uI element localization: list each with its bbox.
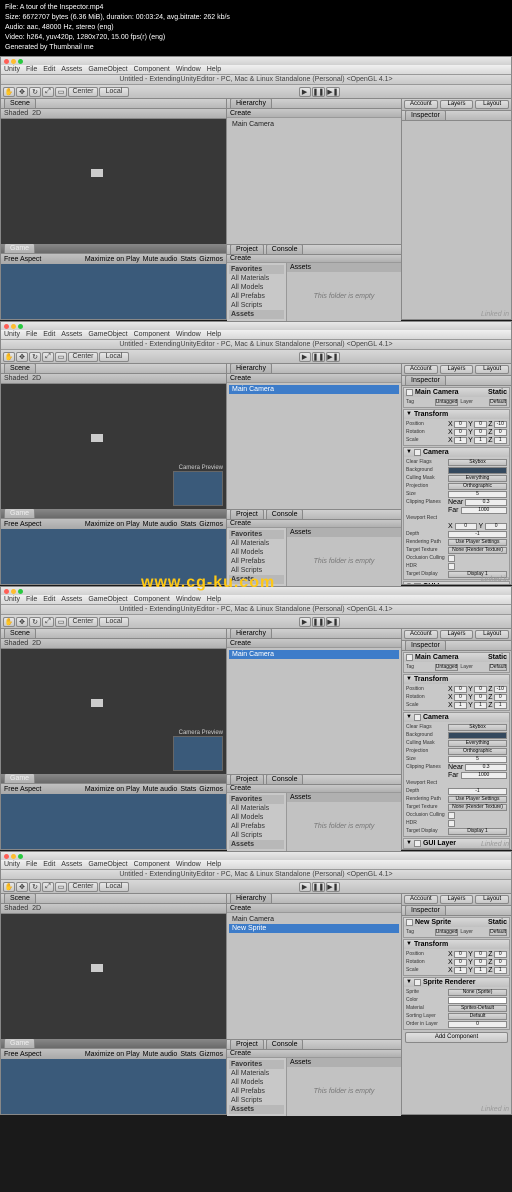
project-tree[interactable]: Favorites All Materials All Models All P…: [227, 263, 287, 321]
account-dropdown[interactable]: Account: [404, 100, 438, 109]
hierarchy-tab[interactable]: Hierarchy: [230, 98, 272, 109]
hierarchy-panel[interactable]: Main Camera: [227, 118, 401, 244]
game-tab[interactable]: Game: [4, 243, 35, 254]
thumbnail-frame-1: UnityFileEditAssetsGameObjectComponentWi…: [0, 56, 512, 320]
layout-dropdown[interactable]: Layout: [475, 100, 509, 109]
window-title: Untitled - ExtendingUnityEditor - PC, Ma…: [1, 75, 511, 85]
scale-tool-button[interactable]: ⤢: [42, 87, 54, 97]
center-toggle[interactable]: Center: [68, 87, 98, 97]
camera-component: ▼ Camera Clear FlagsSkybox Background Cu…: [403, 447, 510, 580]
play-button[interactable]: ▶: [299, 87, 311, 97]
pause-button[interactable]: ❚❚: [312, 87, 326, 97]
thumbnail-frame-4: UnityFileEditAssetsGameObjectComponentWi…: [0, 851, 512, 1115]
console-tab[interactable]: Console: [266, 244, 304, 255]
step-button[interactable]: ▶❚: [326, 87, 339, 97]
transform-component: ▼ Transform PositionX0Y0Z-10 RotationX0Y…: [403, 409, 510, 446]
active-checkbox[interactable]: [406, 389, 413, 396]
sprite-renderer-component: ▼ Sprite Renderer SpriteNone (Sprite) Co…: [403, 977, 510, 1030]
main-toolbar[interactable]: ✋ ✥ ↻ ⤢ ▭ Center Local ▶ ❚❚ ▶❚: [1, 85, 511, 99]
thumbnail-frame-3: UnityFileEditAssetsGameObjectComponentWi…: [0, 586, 512, 850]
inspector-panel: [402, 121, 511, 319]
move-tool-button[interactable]: ✥: [16, 87, 28, 97]
rect-tool-button[interactable]: ▭: [55, 87, 67, 97]
project-tab[interactable]: Project: [230, 244, 264, 255]
color-field[interactable]: [448, 467, 507, 474]
hand-tool-button[interactable]: ✋: [3, 87, 15, 97]
layers-dropdown[interactable]: Layers: [440, 100, 474, 109]
local-toggle[interactable]: Local: [99, 87, 129, 97]
camera-preview: [173, 471, 223, 506]
rotate-tool-button[interactable]: ↻: [29, 87, 41, 97]
inspector-panel[interactable]: Main CameraStatic TagUntaggedLayerDefaul…: [402, 386, 511, 584]
camera-gizmo-icon[interactable]: [91, 434, 103, 442]
camera-gizmo-icon[interactable]: [91, 169, 103, 177]
thumbnail-frame-2: UnityFileEditAssetsGameObjectComponentWi…: [0, 321, 512, 585]
inspector-tab[interactable]: Inspector: [405, 110, 446, 121]
hierarchy-item-selected[interactable]: Main Camera: [229, 385, 399, 394]
scene-viewport[interactable]: [1, 119, 226, 244]
video-metadata: File: A tour of the Inspector.mp4 Size: …: [0, 0, 512, 56]
scene-tab[interactable]: Scene: [4, 98, 36, 109]
game-viewport[interactable]: [1, 264, 226, 319]
hand-tool-button[interactable]: ✋: [3, 352, 15, 362]
hierarchy-item-selected[interactable]: New Sprite: [229, 924, 399, 933]
menu-bar[interactable]: UnityFileEditAssetsGameObjectComponentWi…: [1, 330, 511, 340]
empty-folder-label: This folder is empty: [287, 272, 401, 321]
menu-bar[interactable]: UnityFileEditAssetsGameObjectComponentWi…: [1, 65, 511, 75]
hierarchy-item[interactable]: Main Camera: [229, 120, 399, 129]
watermark: www.cg-ku.com: [141, 574, 275, 592]
